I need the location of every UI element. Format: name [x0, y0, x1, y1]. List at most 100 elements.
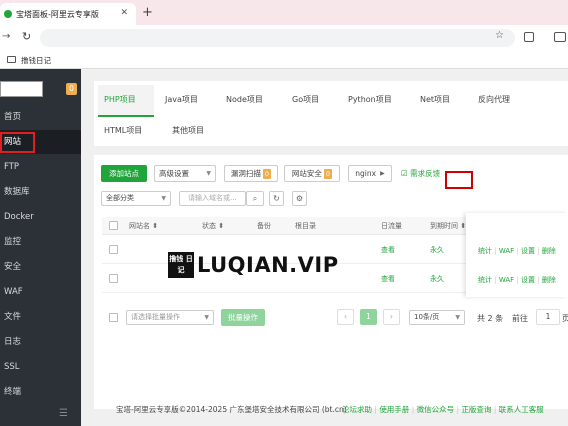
- sidebar-item-monitor[interactable]: 监控: [0, 230, 81, 254]
- page-1-button[interactable]: 1: [360, 309, 377, 325]
- forum-link[interactable]: 论坛求助: [342, 405, 372, 414]
- search-button[interactable]: ⌕: [246, 191, 264, 206]
- vuln-count-badge: 0: [262, 168, 272, 179]
- stats-link[interactable]: 统计: [478, 276, 492, 284]
- th-site-name[interactable]: 网站名 ⬍: [129, 221, 158, 231]
- vuln-scan-button[interactable]: 漏洞扫描 0: [224, 165, 278, 182]
- license-link[interactable]: 正版查询: [461, 405, 491, 414]
- bulk-apply-button[interactable]: 批量操作: [221, 309, 265, 326]
- th-expiry[interactable]: 到期时间 ⬍: [430, 221, 466, 231]
- reload-icon[interactable]: ↻: [22, 30, 31, 43]
- tab-node[interactable]: Node项目: [226, 94, 263, 105]
- wechat-link[interactable]: 微信公众号: [417, 405, 455, 414]
- tab-php[interactable]: PHP项目: [104, 94, 136, 105]
- row-checkbox[interactable]: [109, 274, 118, 283]
- vuln-scan-label: 漏洞扫描: [230, 169, 261, 178]
- row-ops: 统计 | WAF | 设置 | 删除: [478, 247, 556, 255]
- tab-go[interactable]: Go项目: [292, 94, 319, 105]
- stats-link[interactable]: 统计: [478, 247, 492, 255]
- th-backup: 备份: [257, 222, 271, 230]
- manual-link[interactable]: 使用手册: [379, 405, 409, 414]
- expiry-value[interactable]: 永久: [430, 274, 444, 284]
- sidebar: 0 首页 网站 FTP 数据库 Docker 监控 安全 WAF 文件 日志 S…: [0, 69, 81, 426]
- folder-icon: [7, 56, 16, 63]
- bookmark-item[interactable]: 撸钱日记: [21, 55, 51, 66]
- settings-link[interactable]: 设置: [521, 276, 535, 284]
- tab-net[interactable]: Net项目: [420, 94, 450, 105]
- settings-button[interactable]: ⚙: [292, 191, 307, 206]
- chevron-down-icon: ▼: [206, 170, 211, 177]
- forward-icon[interactable]: →: [2, 31, 10, 42]
- extensions-icon[interactable]: [524, 32, 534, 42]
- settings-link[interactable]: 设置: [521, 247, 535, 255]
- sidebar-item-docker[interactable]: Docker: [0, 205, 81, 229]
- sidebar-item-database[interactable]: 数据库: [0, 180, 81, 204]
- refresh-icon: ↻: [273, 194, 280, 203]
- th-traffic: 日流量: [381, 222, 402, 230]
- th-status[interactable]: 状态 ⬍: [202, 221, 224, 231]
- operations-column: 统计 | WAF | 设置 | 删除 统计 | WAF | 设置 | 删除: [466, 213, 568, 297]
- feedback-icon: ☑: [401, 169, 408, 178]
- footer: 宝塔-阿里云专享版©2014-2025 广东堡塔安全技术有限公司 (bt.cn)…: [81, 398, 568, 418]
- star-icon[interactable]: ☆: [495, 30, 504, 41]
- sidebar-item-home[interactable]: 首页: [0, 105, 81, 129]
- chevron-down-icon: ▼: [161, 195, 166, 202]
- traffic-link[interactable]: 查看: [381, 274, 395, 284]
- sidebar-item-security[interactable]: 安全: [0, 255, 81, 279]
- select-all-checkbox[interactable]: [109, 221, 118, 230]
- bulk-checkbox[interactable]: [109, 313, 118, 322]
- support-link[interactable]: 联系人工客服: [499, 405, 544, 414]
- goto-page-input[interactable]: 1: [536, 309, 560, 325]
- sidebar-item-ftp[interactable]: FTP: [0, 155, 81, 179]
- tab-java[interactable]: Java项目: [165, 94, 198, 105]
- advanced-settings-button[interactable]: 高级设置 ▼: [154, 165, 216, 182]
- category-select-label: 全部分类: [106, 194, 134, 202]
- domain-search-input[interactable]: 请输入域名或...: [179, 191, 246, 206]
- tab-title: 宝塔面板-阿里云专享版: [16, 9, 99, 19]
- refresh-button[interactable]: ↻: [269, 191, 284, 206]
- menu-icon[interactable]: ☰: [59, 408, 69, 419]
- gear-icon: ⚙: [295, 194, 304, 203]
- sidebar-search-input[interactable]: [0, 81, 43, 97]
- close-icon[interactable]: ✕: [120, 8, 128, 18]
- feedback-link[interactable]: ☑ 需求反馈: [401, 168, 440, 179]
- row-checkbox[interactable]: [109, 245, 118, 254]
- nginx-label: nginx: [355, 169, 377, 178]
- prev-page-button[interactable]: ‹: [337, 309, 354, 325]
- site-security-label: 网站安全: [291, 169, 322, 178]
- sidebar-badge[interactable]: 0: [66, 83, 77, 95]
- sidebar-item-logs[interactable]: 日志: [0, 330, 81, 354]
- browser-tab[interactable]: 宝塔面板-阿里云专享版 ✕: [0, 3, 136, 25]
- waf-link[interactable]: WAF: [499, 276, 514, 284]
- sidebar-item-terminal[interactable]: 终端: [0, 380, 81, 404]
- tab-html[interactable]: HTML项目: [104, 125, 142, 136]
- traffic-link[interactable]: 查看: [381, 245, 395, 255]
- watermark-logo: 撸钱 日记: [168, 252, 194, 278]
- category-select[interactable]: 全部分类 ▼: [101, 191, 171, 206]
- chevron-down-icon: ▼: [204, 314, 209, 321]
- site-security-button[interactable]: 网站安全 0: [284, 165, 340, 182]
- watermark: 撸钱 日记 LUQIAN.VIP: [168, 250, 339, 280]
- total-count: 共 2 条: [477, 314, 504, 323]
- nginx-button[interactable]: nginx ▶: [348, 165, 392, 182]
- delete-link[interactable]: 删除: [542, 247, 556, 255]
- sidebar-item-waf[interactable]: WAF: [0, 280, 81, 304]
- goto-label: 前往: [512, 314, 528, 323]
- delete-link[interactable]: 删除: [542, 276, 556, 284]
- tab-reverse-proxy[interactable]: 反向代理: [478, 94, 510, 105]
- page-size-select[interactable]: 10条/页 ▼: [409, 310, 465, 325]
- site-list-card: 添加站点 高级设置 ▼ 漏洞扫描 0 网站安全 0 nginx ▶ ☑ 需求反馈…: [94, 155, 568, 409]
- bulk-select[interactable]: 请选择批量操作 ▼: [126, 310, 214, 325]
- address-bar[interactable]: [40, 29, 515, 47]
- tab-other[interactable]: 其他项目: [172, 125, 204, 136]
- add-site-button[interactable]: 添加站点: [101, 165, 147, 182]
- tab-python[interactable]: Python项目: [348, 94, 392, 105]
- expiry-value[interactable]: 永久: [430, 245, 444, 255]
- sidebar-item-files[interactable]: 文件: [0, 305, 81, 329]
- sidebar-item-ssl[interactable]: SSL: [0, 355, 81, 379]
- next-page-button[interactable]: ›: [383, 309, 400, 325]
- watermark-text: LUQIAN.VIP: [197, 253, 339, 277]
- sidepanel-icon[interactable]: [554, 32, 566, 42]
- new-tab-icon[interactable]: +: [142, 5, 153, 20]
- waf-link[interactable]: WAF: [499, 247, 514, 255]
